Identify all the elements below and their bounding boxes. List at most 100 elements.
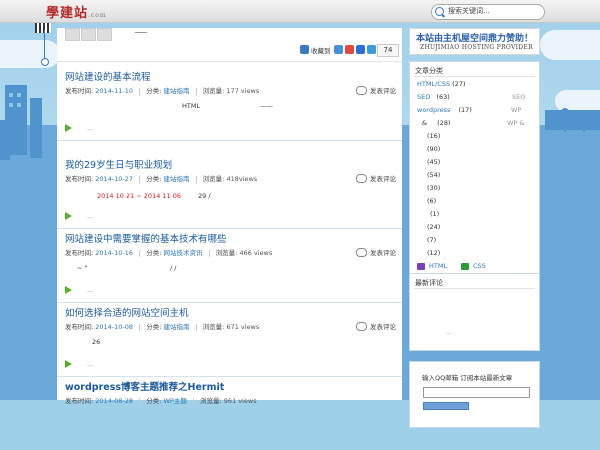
post-excerpt: / / — [170, 264, 177, 272]
post-category[interactable]: 建站指南 — [164, 175, 190, 183]
category-item[interactable]: & (28) — [422, 119, 451, 127]
search-input[interactable] — [448, 6, 540, 16]
post-category[interactable]: 建站指南 — [164, 87, 190, 95]
widget-title: 最新评论 — [415, 279, 443, 287]
comment-icon — [356, 321, 367, 331]
subscribe-button[interactable] — [423, 402, 469, 410]
category-item[interactable]: SEO (63) — [417, 93, 450, 101]
post-title[interactable]: wordpress博客主题推荐之Hermit — [65, 379, 224, 393]
recent-more[interactable]: ... — [446, 328, 452, 336]
share-bar: 收藏到 — [300, 44, 378, 55]
category-item[interactable]: (54) — [427, 171, 440, 179]
pendant-ring — [41, 58, 49, 66]
views-label: 浏览量: — [202, 87, 225, 95]
email-field[interactable] — [423, 387, 530, 398]
building — [0, 120, 10, 160]
comment-link[interactable]: 发表评论 — [356, 321, 396, 331]
search-icon[interactable] — [435, 7, 444, 16]
comment-link[interactable]: 发表评论 — [356, 173, 396, 183]
comment-link[interactable]: 发表评论 — [356, 85, 396, 95]
post-date: 2014-10-08 — [95, 323, 134, 331]
arrow-right-icon[interactable] — [65, 360, 72, 368]
category-label: 分类: — [146, 175, 162, 183]
share-weibo-icon[interactable] — [344, 45, 354, 54]
post-title[interactable]: 如何选择合适的网站空间主机 — [65, 305, 189, 319]
post-title[interactable]: 网站建设的基本流程 — [65, 69, 151, 83]
post-date: 2014-10-16 — [95, 249, 134, 257]
category-item[interactable]: (1) — [430, 210, 439, 218]
nav-item[interactable]: ??? — [174, 7, 184, 14]
share-plus-icon[interactable] — [300, 45, 309, 54]
category-item[interactable]: (30) — [427, 184, 440, 192]
logo-text: 學建站 — [46, 6, 89, 21]
post-category[interactable]: 网站技术资讯 — [164, 249, 203, 257]
category-item[interactable]: wordpress (17) — [417, 106, 472, 114]
post-category[interactable]: 建站指南 — [164, 323, 190, 331]
banner-headline: 本站由主机屋空间鼎力赞助！ — [416, 34, 534, 44]
building — [545, 110, 600, 130]
recent-comments-widget: 最新评论 ... — [409, 273, 540, 351]
toolbar-button[interactable] — [65, 28, 80, 41]
category-item-extra: WP & — [507, 119, 525, 127]
book-icon — [461, 262, 469, 270]
nav-item[interactable]: ??? — [200, 7, 210, 14]
category-item[interactable]: (90) — [427, 145, 440, 153]
post-views: 671 views — [226, 323, 260, 331]
comment-link[interactable]: 发表评论 — [356, 247, 396, 257]
top-bar: 學建站.com ??? ??? ??? ??? — [0, 0, 600, 23]
category-item[interactable]: HTML/CSS (27) — [417, 80, 466, 88]
views-label: 浏览量: — [200, 397, 222, 405]
post-item: 如何选择合适的网站空间主机 发布时间: 2014-10-08 分类: 建站指南 … — [57, 298, 402, 377]
category-label: 分类: — [146, 87, 162, 95]
post-title[interactable]: 我的29岁生日与职业规划 — [65, 157, 172, 171]
divider — [414, 288, 535, 289]
category-item[interactable]: (45) — [427, 158, 440, 166]
post-excerpt: ~ " — [77, 264, 88, 272]
post-item: 网站建设的基本流程 发布时间: 2014-11-10 分类: 建站指南 浏览量:… — [57, 62, 402, 141]
nav-item[interactable]: ??? — [122, 7, 132, 14]
tag-html[interactable]: HTML — [417, 262, 447, 270]
comment-icon — [356, 173, 367, 183]
toolbar-button[interactable] — [81, 28, 96, 41]
read-more[interactable]: ... — [87, 360, 93, 368]
post-category[interactable]: WP主题 — [164, 397, 187, 405]
views-label: 浏览量: — [215, 249, 238, 257]
read-more[interactable]: ... — [87, 124, 93, 132]
sponsor-banner[interactable]: 本站由主机屋空间鼎力赞助！ ZHUJIMIAO HOSTING PROVIDER — [409, 28, 540, 55]
post-title[interactable]: 网站建设中需要掌握的基本技术有哪些 — [65, 231, 227, 245]
views-label: 浏览量: — [202, 323, 225, 331]
comment-label: 发表评论 — [370, 249, 396, 257]
category-item[interactable]: (12) — [427, 249, 440, 257]
share-qzone-icon[interactable] — [333, 45, 343, 54]
arrow-right-icon[interactable] — [65, 212, 72, 220]
share-baidu-icon[interactable] — [355, 45, 365, 54]
subscribe-widget: 输入QQ邮箱 订阅本站最新文章 — [409, 361, 540, 428]
toolbar-button[interactable] — [97, 28, 112, 41]
post-meta: 发布时间: 2014-10-08 分类: 建站指南 浏览量: 671 views — [65, 321, 259, 331]
read-more[interactable]: ... — [87, 212, 93, 220]
category-item[interactable]: (6) — [427, 197, 436, 205]
site-logo[interactable]: 學建站.com — [46, 2, 107, 21]
nav-item[interactable]: ??? — [148, 7, 158, 14]
banner-subtitle: ZHUJIMIAO HOSTING PROVIDER — [420, 44, 533, 51]
post-excerpt: —— — [260, 102, 273, 110]
tag-css[interactable]: CSS — [461, 262, 486, 270]
sidebar: 本站由主机屋空间鼎力赞助！ ZHUJIMIAO HOSTING PROVIDER… — [409, 28, 540, 428]
post-excerpt: 29 / — [198, 192, 211, 200]
category-item[interactable]: (16) — [427, 132, 440, 140]
category-item-extra: SEO — [512, 93, 526, 101]
share-tqq-icon[interactable] — [366, 45, 376, 54]
category-item[interactable]: (7) — [427, 236, 436, 244]
category-item-extra: WP — [511, 106, 522, 114]
arrow-right-icon[interactable] — [65, 286, 72, 294]
tree-trunk — [564, 118, 566, 132]
share-count: 74 — [377, 44, 399, 57]
post-excerpt: HTML — [182, 102, 201, 110]
cloud — [540, 30, 600, 60]
category-item[interactable]: (24) — [427, 223, 440, 231]
arrow-right-icon[interactable] — [65, 124, 72, 132]
cloud — [0, 40, 60, 68]
book-icon — [417, 262, 425, 270]
read-more[interactable]: ... — [87, 286, 93, 294]
date-label: 发布时间: — [65, 397, 94, 405]
